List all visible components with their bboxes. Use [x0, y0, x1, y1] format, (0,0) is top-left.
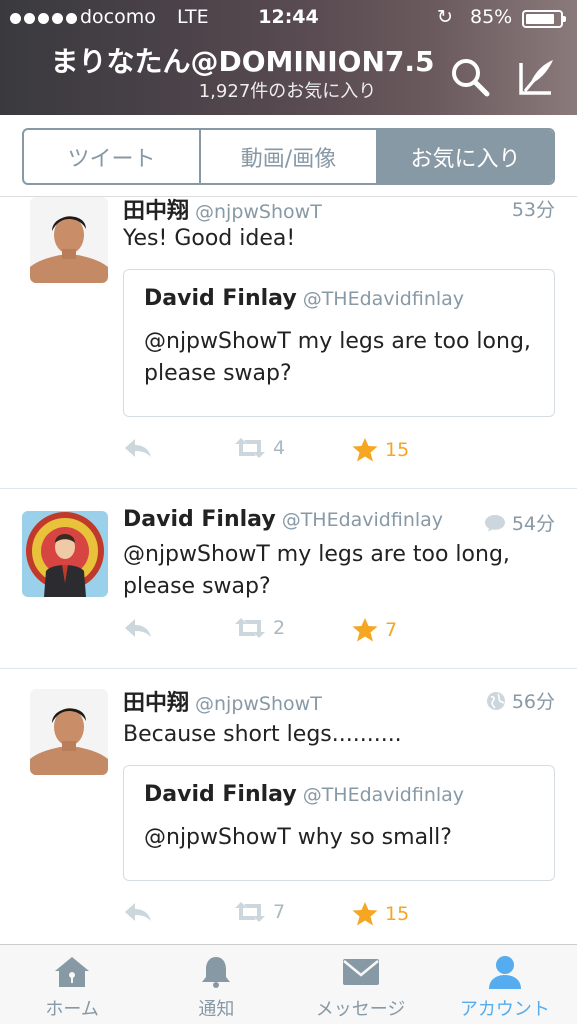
tab-home[interactable]: ホーム	[0, 945, 144, 1024]
quoted-tweet[interactable]: David Finlay @THEdavidfinlay @njpwShowT w…	[123, 765, 555, 881]
tab-notifications-label: 通知	[198, 999, 235, 1020]
page-title: まりなたん@DOMINION7.5	[50, 45, 435, 78]
tweet-item[interactable]: David Finlay @THEdavidfinlay 54分 @njpwSho…	[0, 489, 577, 669]
author-display-name: David Finlay	[123, 507, 276, 532]
author-name[interactable]: David Finlay @THEdavidfinlay	[123, 507, 443, 532]
tweet-actions: 4 15	[123, 437, 543, 467]
quoted-handle: @THEdavidfinlay	[302, 784, 465, 806]
tweet-text: Because short legs..........	[123, 722, 402, 747]
bell-icon	[202, 957, 231, 988]
tweet-time-label: 56分	[511, 691, 555, 713]
tweet-actions: 7 15	[123, 901, 543, 931]
battery-icon	[522, 10, 566, 28]
quoted-display-name: David Finlay	[144, 286, 297, 311]
tab-favorites[interactable]: お気に入り	[378, 130, 553, 183]
star-icon	[352, 438, 378, 462]
tab-account-label: アカウント	[459, 999, 550, 1020]
quoted-text: @njpwShowT my legs are too long, please …	[144, 329, 531, 386]
segment-bar: ツイート 動画/画像 お気に入り	[0, 115, 577, 197]
author-handle: @njpwShowT	[195, 201, 322, 223]
retweet-count: 7	[273, 901, 286, 923]
tweet-time: 53分	[512, 197, 555, 222]
search-button[interactable]	[448, 55, 492, 99]
tweet-item[interactable]: 田中翔 @njpwShowT 53分 Yes! Good idea! David …	[0, 197, 577, 489]
favorite-button[interactable]: 15	[351, 901, 409, 927]
author-handle: @njpwShowT	[195, 693, 322, 715]
conversation-icon	[484, 514, 505, 531]
author-handle: @THEdavidfinlay	[281, 509, 444, 531]
retweet-button[interactable]: 4	[233, 437, 285, 459]
tweet-time: 56分	[486, 687, 555, 714]
tweet-time: 54分	[484, 509, 555, 536]
tweet-actions: 2 7	[123, 617, 543, 647]
avatar-image	[30, 689, 108, 775]
search-icon	[452, 59, 490, 97]
quoted-tweet[interactable]: David Finlay @THEdavidfinlay @njpwShowT m…	[123, 269, 555, 417]
person-icon	[488, 956, 521, 989]
avatar[interactable]	[22, 511, 108, 597]
home-icon	[55, 957, 90, 987]
author-name[interactable]: 田中翔 @njpwShowT	[123, 685, 322, 717]
reply-icon	[125, 903, 151, 921]
quoted-display-name: David Finlay	[144, 782, 297, 807]
tab-messages-label: メッセージ	[315, 999, 406, 1020]
tab-notifications[interactable]: 通知	[144, 945, 288, 1024]
avatar[interactable]	[30, 197, 108, 283]
retweet-icon	[235, 438, 265, 458]
tweet-time-label: 54分	[511, 513, 555, 535]
author-name[interactable]: 田中翔 @njpwShowT	[123, 197, 322, 225]
segmented-control: ツイート 動画/画像 お気に入り	[22, 128, 555, 185]
favorite-count: 7	[385, 619, 398, 641]
avatar-image	[22, 511, 108, 597]
quoted-author: David Finlay @THEdavidfinlay	[144, 286, 464, 311]
reply-button[interactable]	[123, 901, 153, 923]
retweet-count: 4	[273, 437, 286, 459]
star-icon	[352, 618, 378, 642]
globe-icon	[486, 691, 505, 710]
battery-fill	[526, 14, 554, 24]
bottom-tab-bar: ホーム 通知 メッセージ アカウント	[0, 944, 577, 1024]
reply-button[interactable]	[123, 437, 153, 459]
retweet-button[interactable]: 7	[233, 901, 285, 923]
top-header: docomo LTE 12:44 ↻ 85% まりなたん@DOMINION7.5…	[0, 0, 577, 115]
favorite-button[interactable]: 7	[351, 617, 397, 643]
favorite-count: 15	[385, 903, 410, 925]
rotation-lock-icon: ↻	[437, 6, 453, 28]
tab-home-label: ホーム	[45, 999, 99, 1020]
retweet-icon	[235, 618, 265, 638]
favorite-count: 15	[385, 439, 410, 461]
tweet-text: @njpwShowT my legs are too long, please …	[123, 542, 510, 599]
reply-button[interactable]	[123, 617, 153, 639]
retweet-button[interactable]: 2	[233, 617, 285, 639]
tweet-text: Yes! Good idea!	[123, 226, 296, 251]
tab-media[interactable]: 動画/画像	[201, 130, 378, 183]
tweet-time-label: 53分	[511, 199, 555, 221]
avatar[interactable]	[30, 689, 108, 775]
tweet-item[interactable]: 田中翔 @njpwShowT 56分 Because short legs....…	[0, 669, 577, 944]
quoted-handle: @THEdavidfinlay	[302, 288, 465, 310]
favorite-button[interactable]: 15	[351, 437, 409, 463]
quoted-author: David Finlay @THEdavidfinlay	[144, 782, 464, 807]
envelope-icon	[342, 959, 379, 985]
tab-messages[interactable]: メッセージ	[289, 945, 433, 1024]
tab-tweets[interactable]: ツイート	[24, 130, 201, 183]
compose-button[interactable]	[515, 55, 559, 99]
retweet-icon	[235, 902, 265, 922]
compose-icon	[519, 60, 553, 95]
quoted-text: @njpwShowT why so small?	[144, 825, 452, 850]
star-icon	[352, 902, 378, 926]
retweet-count: 2	[273, 617, 286, 639]
author-display-name: 田中翔	[123, 199, 190, 224]
avatar-image	[30, 197, 108, 283]
tab-account[interactable]: アカウント	[433, 945, 577, 1024]
status-bar: docomo LTE 12:44 ↻ 85%	[0, 0, 577, 38]
author-display-name: 田中翔	[123, 691, 190, 716]
battery-percent: 85%	[470, 6, 513, 28]
reply-icon	[125, 619, 151, 637]
reply-icon	[125, 439, 151, 457]
timeline[interactable]: 田中翔 @njpwShowT 53分 Yes! Good idea! David …	[0, 197, 577, 944]
